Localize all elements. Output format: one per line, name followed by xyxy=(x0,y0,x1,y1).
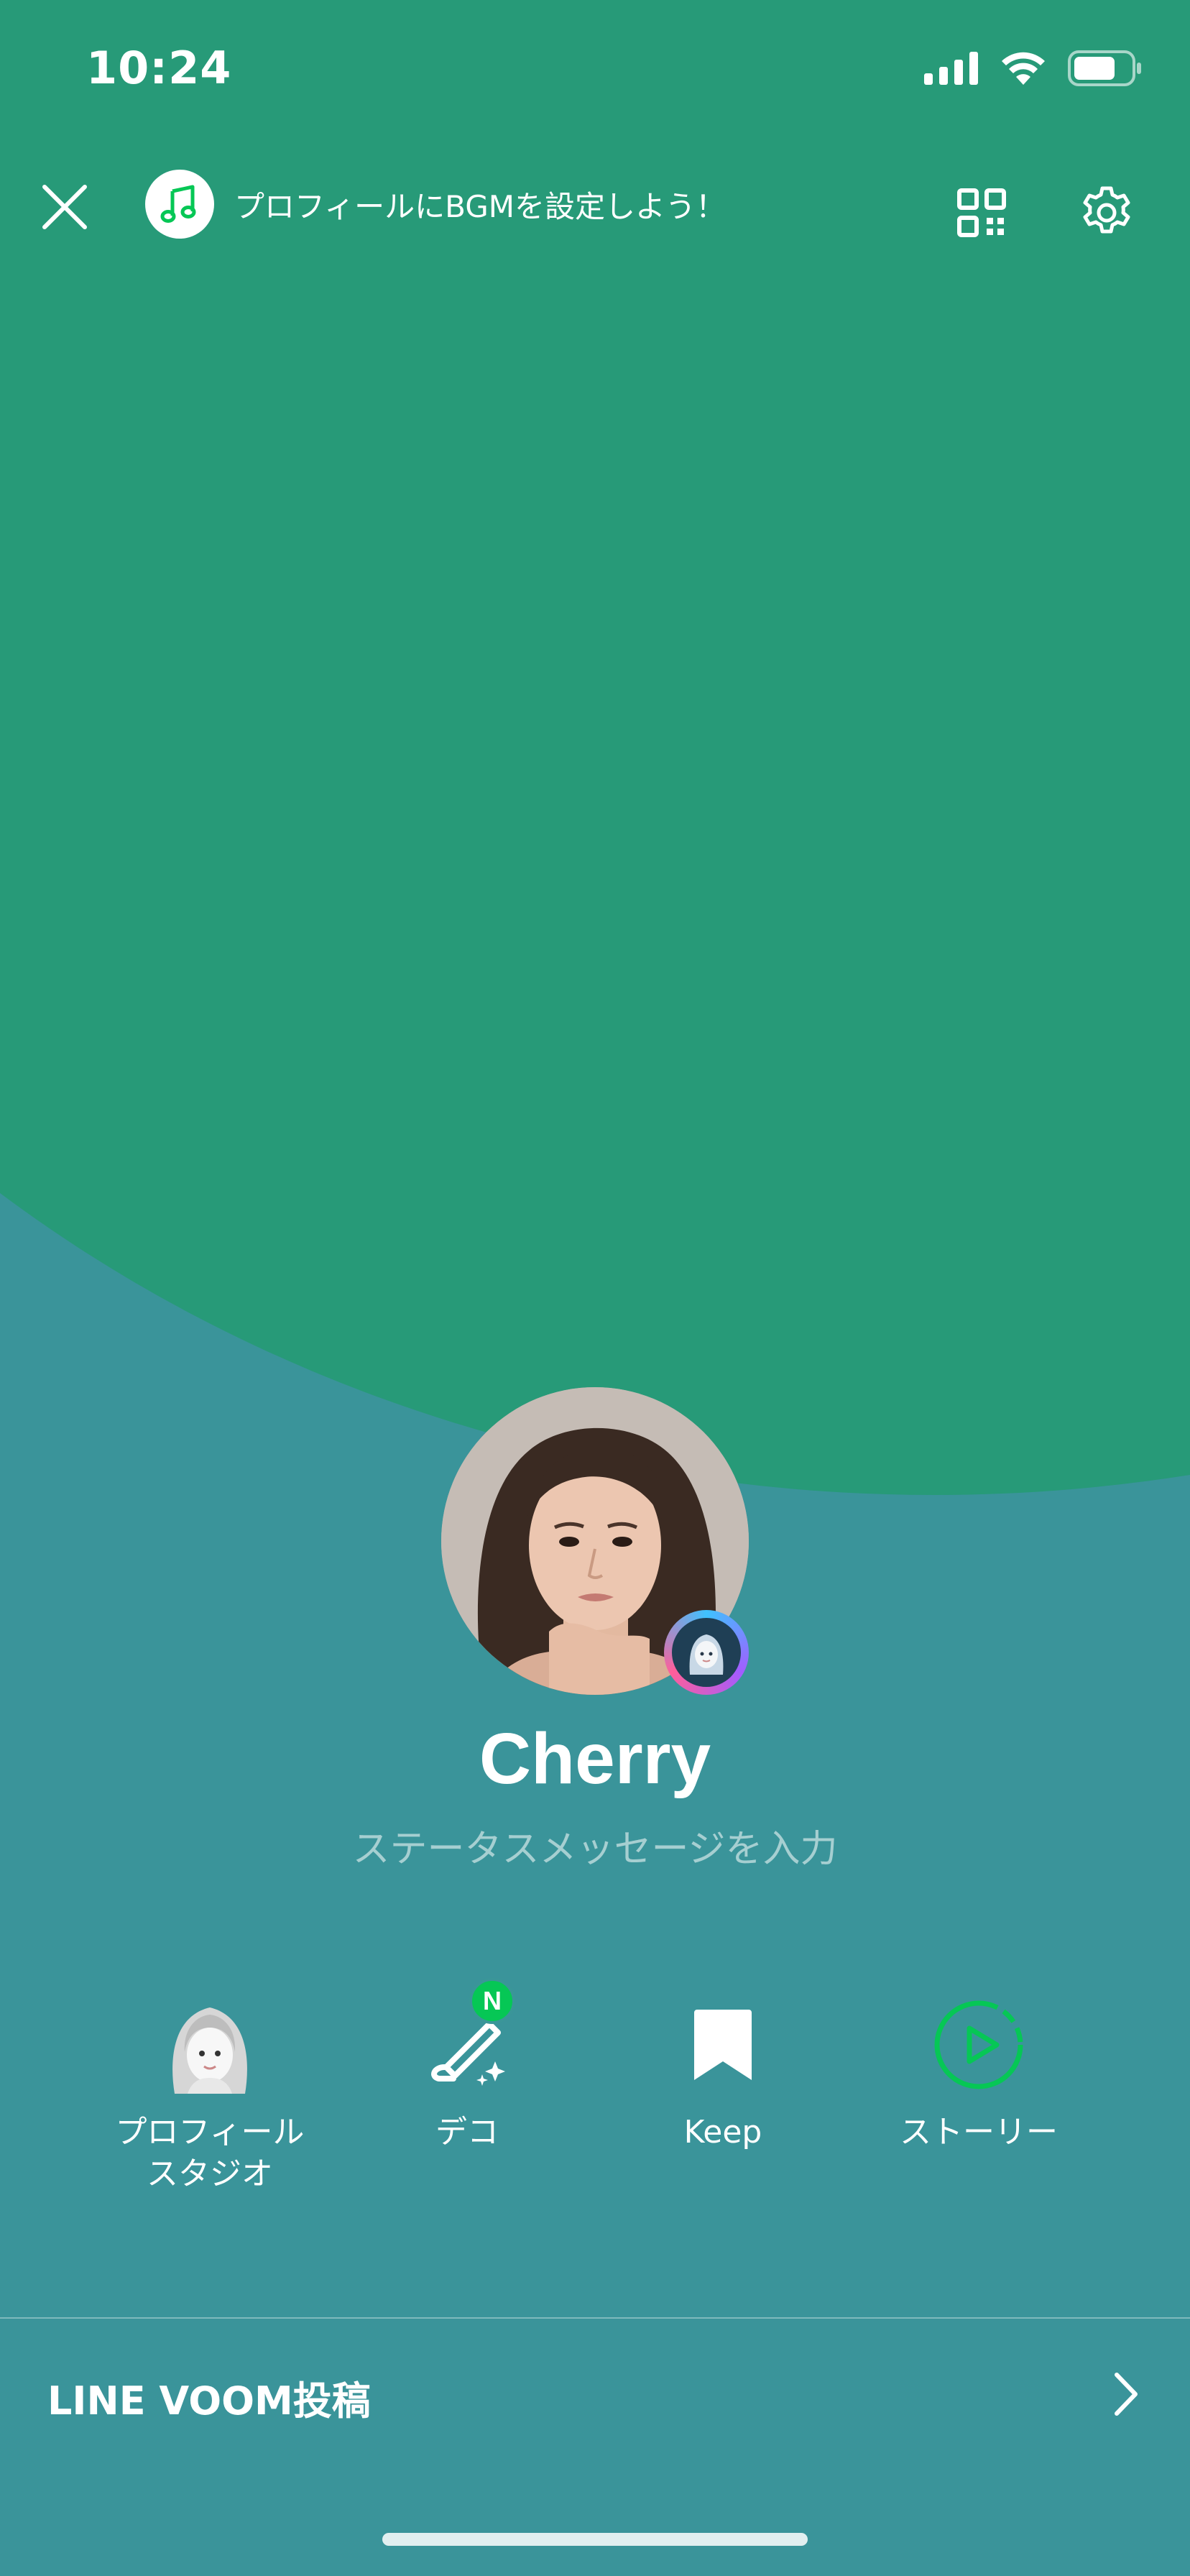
cellular-signal-icon xyxy=(924,52,978,85)
line-voom-row[interactable]: LINE VOOM投稿 xyxy=(0,2319,1190,2477)
action-deco[interactable]: N デコ xyxy=(345,1978,589,2153)
gear-icon xyxy=(1083,186,1130,234)
avatar-studio-icon xyxy=(156,1991,264,2099)
close-icon xyxy=(42,185,87,229)
chevron-right-icon xyxy=(1115,2373,1138,2416)
wifi-icon xyxy=(1002,52,1045,85)
status-icons xyxy=(924,50,1143,86)
action-story[interactable]: ストーリー xyxy=(857,1991,1101,2153)
bgm-banner-text: プロフィールにBGMを設定しよう！ xyxy=(234,188,727,224)
story-play-icon xyxy=(925,1991,1033,2099)
qr-code-icon xyxy=(957,188,1006,237)
new-badge: N xyxy=(469,1978,515,2024)
bgm-icon-circle xyxy=(145,170,214,239)
action-label: プロフィール スタジオ xyxy=(115,2114,305,2192)
action-keep[interactable]: Keep xyxy=(601,1991,845,2153)
status-time: 10:24 xyxy=(86,42,232,94)
deco-wand-icon: N xyxy=(413,1978,521,2099)
action-profile-studio[interactable]: プロフィール スタジオ xyxy=(88,1991,332,2195)
avatar-badge-inner xyxy=(672,1618,741,1687)
settings-button[interactable] xyxy=(1078,184,1135,242)
avatar-badge[interactable] xyxy=(664,1610,749,1695)
status-message-input[interactable]: ステータスメッセージを入力 xyxy=(0,1818,1190,1872)
action-label: ストーリー xyxy=(900,2114,1058,2150)
qr-code-button[interactable] xyxy=(957,188,1006,237)
profile-screen: 10:24 プロフィールにBGMを設定しよう！ Cherry ステータスメッセー… xyxy=(0,0,1190,2576)
action-label: デコ xyxy=(435,2114,499,2150)
close-button[interactable] xyxy=(36,178,93,236)
battery-icon xyxy=(1068,50,1141,86)
action-label: Keep xyxy=(683,2114,762,2150)
bgm-banner[interactable]: プロフィールにBGMを設定しよう！ xyxy=(145,170,726,239)
avatar-character-icon xyxy=(689,1634,724,1675)
profile-name[interactable]: Cherry xyxy=(0,1718,1190,1800)
home-indicator[interactable] xyxy=(382,2533,808,2546)
line-voom-label: LINE VOOM投稿 xyxy=(47,2378,371,2424)
music-note-icon xyxy=(160,185,196,223)
bookmark-icon xyxy=(669,1991,777,2099)
